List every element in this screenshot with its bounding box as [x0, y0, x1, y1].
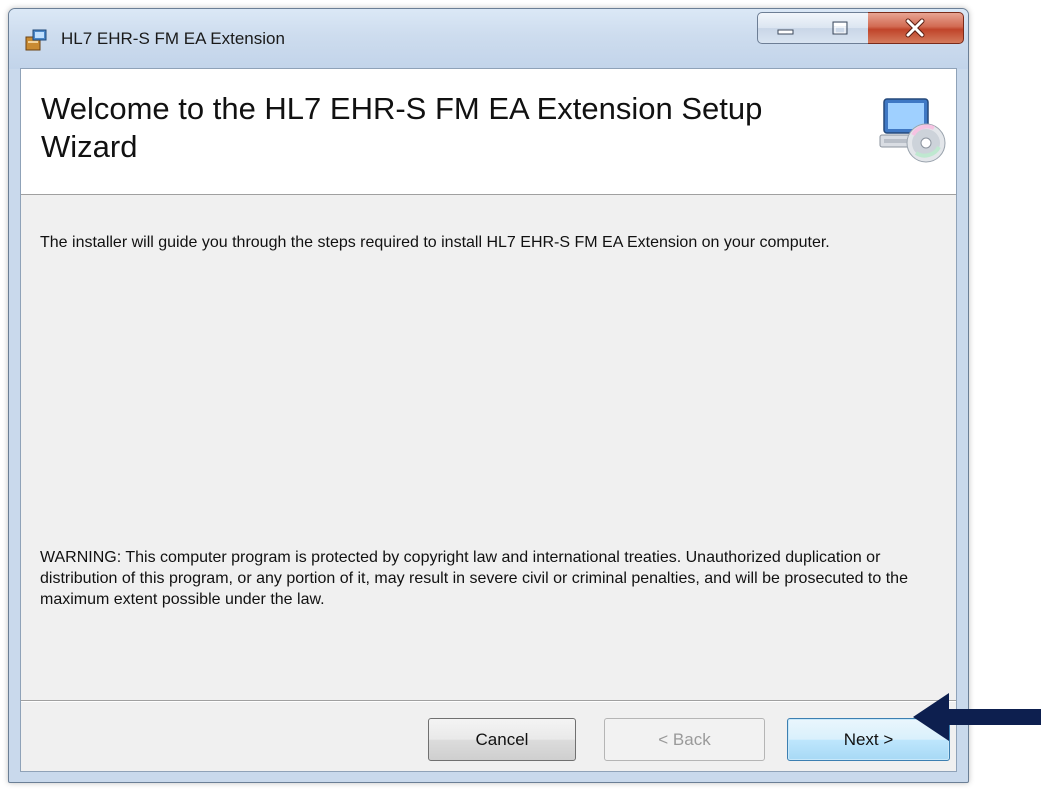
maximize-icon — [832, 21, 848, 35]
annotation-arrow-icon — [913, 693, 1041, 741]
computer-with-cd-icon — [879, 98, 946, 163]
close-button[interactable] — [868, 12, 964, 44]
title-bar[interactable]: HL7 EHR-S FM EA Extension — [9, 9, 968, 69]
cancel-button[interactable]: Cancel — [428, 718, 576, 761]
minimize-button[interactable] — [757, 12, 814, 44]
wizard-title: Welcome to the HL7 EHR-S FM EA Extension… — [41, 91, 763, 164]
window-title: HL7 EHR-S FM EA Extension — [61, 29, 285, 48]
copyright-warning-text: WARNING: This computer program is protec… — [40, 549, 908, 608]
intro-text: The installer will guide you through the… — [40, 234, 830, 251]
installer-app-icon — [25, 29, 47, 51]
close-icon — [905, 18, 925, 38]
minimize-icon — [777, 29, 794, 35]
wizard-client-area: Welcome to the HL7 EHR-S FM EA Extension… — [20, 68, 957, 772]
wizard-banner: Welcome to the HL7 EHR-S FM EA Extension… — [21, 69, 956, 195]
setup-window: HL7 EHR-S FM EA Extension Welcome to the… — [8, 8, 969, 783]
back-button[interactable]: < Back — [604, 718, 765, 761]
maximize-button[interactable] — [813, 12, 869, 44]
button-separator — [21, 700, 956, 702]
